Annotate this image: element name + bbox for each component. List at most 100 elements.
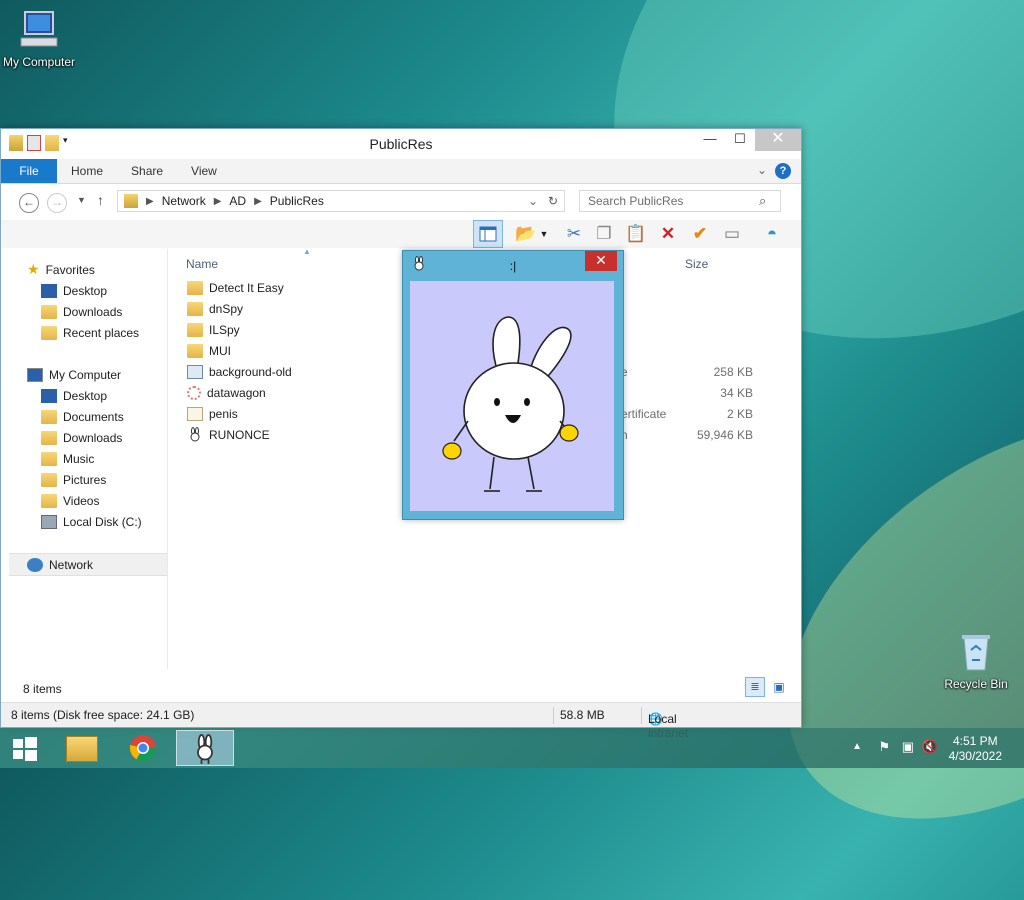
address-dropdown-icon[interactable]: ⌄ [528,194,538,208]
nav-pictures[interactable]: Pictures [9,469,167,490]
search-icon[interactable]: ⌕ [759,193,766,209]
bunny-app-icon [187,426,203,443]
nav-favorites[interactable]: ★ Favorites [9,259,167,280]
folder-icon [187,343,203,358]
nav-favorites-downloads[interactable]: Downloads [9,301,167,322]
item-count: 8 items [23,682,62,696]
expand-ribbon-icon[interactable]: ⌄ [757,163,767,177]
taskbar-chrome[interactable] [114,730,172,766]
certificate-icon [187,406,203,421]
tab-share[interactable]: Share [117,159,177,183]
window-title: PublicRes [369,136,433,152]
copy-icon[interactable]: ❐ [591,222,617,246]
desktop-icon-label: Recycle Bin [944,677,1008,691]
command-toolbar: 📂 ▼ ✂ ❐ 📋 ✕ ✔ ▭ ◓ [1,220,801,248]
popup-close-button[interactable]: ✕ [585,251,617,271]
address-bar[interactable]: ▶ Network ▶ AD ▶ PublicRes ⌄ ↻ [117,190,565,212]
search-input[interactable]: Search PublicRes [579,190,781,212]
start-icon [13,737,37,761]
tab-home[interactable]: Home [57,159,117,183]
cut-icon[interactable]: ✂ [561,222,587,246]
network-icon [27,557,43,572]
clock-date: 4/30/2022 [948,749,1002,763]
recent-places-icon [41,325,57,340]
shell-icon[interactable]: ◓ [759,222,785,246]
nav-music[interactable]: Music [9,448,167,469]
back-button[interactable]: ← [19,193,39,213]
forward-button[interactable]: → [47,193,67,213]
nav-local-disk[interactable]: Local Disk (C:) [9,511,167,532]
sort-arrow-icon: ▲ [303,247,311,256]
nav-computer-desktop[interactable]: Desktop [9,385,167,406]
recent-locations-icon[interactable]: ▼ [77,195,86,205]
bunny-popup-window: :| ✕ [402,250,624,520]
desktop-icon-recycle-bin[interactable]: Recycle Bin [934,630,1018,691]
documents-folder-icon [41,409,57,424]
column-header-name[interactable]: Name [186,257,218,271]
pictures-folder-icon [41,472,57,487]
large-icons-view-button[interactable]: ▣ [769,677,789,697]
title-bar: ▾ PublicRes — ☐ ✕ [1,129,801,159]
rename-icon[interactable]: ✔ [687,222,713,246]
taskbar-file-explorer[interactable] [52,730,110,766]
nav-computer-downloads[interactable]: Downloads [9,427,167,448]
details-summary: 8 items (Disk free space: 24.1 GB) [11,708,195,722]
bunny-image [410,281,614,511]
desktop-icon [41,388,57,403]
help-icon[interactable]: ? [775,163,791,179]
properties-toolbar-icon[interactable]: ▭ [719,222,745,246]
recycle-bin-icon [954,630,998,674]
gear-file-icon [187,385,201,400]
taskbar-bunny-app[interactable] [176,730,234,766]
navigation-pane: ★ Favorites Desktop Downloads Recent pla… [9,259,167,576]
start-button[interactable] [6,730,42,766]
nav-documents[interactable]: Documents [9,406,167,427]
nav-videos[interactable]: Videos [9,490,167,511]
nav-network[interactable]: Network [9,553,167,576]
file-explorer-window: ▾ PublicRes — ☐ ✕ File Home Share View ⌄… [0,128,802,740]
column-header-size[interactable]: Size [685,257,708,271]
breadcrumb-network[interactable]: Network [162,194,206,208]
refresh-icon[interactable]: ↻ [548,194,558,208]
volume-muted-icon[interactable]: 🔇 [922,739,938,755]
maximize-button[interactable]: ☐ [725,129,755,151]
details-view-button[interactable]: ≣ [745,677,765,697]
nav-my-computer[interactable]: My Computer [9,364,167,385]
desktop-icon-my-computer[interactable]: My Computer [0,8,81,69]
nav-recent-places[interactable]: Recent places [9,322,167,343]
music-folder-icon [41,451,57,466]
computer-icon [17,8,61,52]
network-tray-icon[interactable]: ▣ [902,739,914,755]
ribbon-tabs: File Home Share View ⌄ ? [1,159,801,184]
up-button[interactable]: ↑ [97,192,104,208]
open-folder-icon[interactable]: 📂 [513,222,539,246]
show-hidden-icons-icon[interactable]: ▲ [852,741,862,752]
tab-file[interactable]: File [1,159,57,183]
paste-icon[interactable]: 📋 [623,222,649,246]
desktop-icon-label: My Computer [2,55,76,69]
clock-time: 4:51 PM [952,734,998,748]
breadcrumb-publicres[interactable]: PublicRes [270,194,324,208]
file-explorer-icon [66,736,98,762]
breadcrumb-ad[interactable]: AD [229,194,246,208]
status-bar: 8 items ≣ ▣ [1,677,801,699]
clock[interactable]: 4:51 PM 4/30/2022 [949,734,1002,764]
open-dropdown-icon[interactable]: ▼ [537,222,551,246]
delete-icon[interactable]: ✕ [655,222,681,246]
tab-view[interactable]: View [177,159,231,183]
action-center-flag-icon[interactable]: ⚑ [878,739,890,755]
downloads-folder-icon [41,304,57,319]
pane-divider [167,249,168,669]
close-button[interactable]: ✕ [755,129,801,151]
folder-icon [187,280,203,295]
image-file-icon [187,364,203,379]
network-folder-icon [124,194,138,208]
minimize-button[interactable]: — [695,129,725,151]
nav-favorites-desktop[interactable]: Desktop [9,280,167,301]
computer-icon [27,367,43,382]
details-bar: 8 items (Disk free space: 24.1 GB) 58.8 … [1,702,801,740]
chrome-icon [129,735,157,762]
details-size: 58.8 MB [553,707,605,724]
preview-pane-button[interactable] [473,220,503,248]
security-zone: 🌐 Local intranet [641,707,688,740]
